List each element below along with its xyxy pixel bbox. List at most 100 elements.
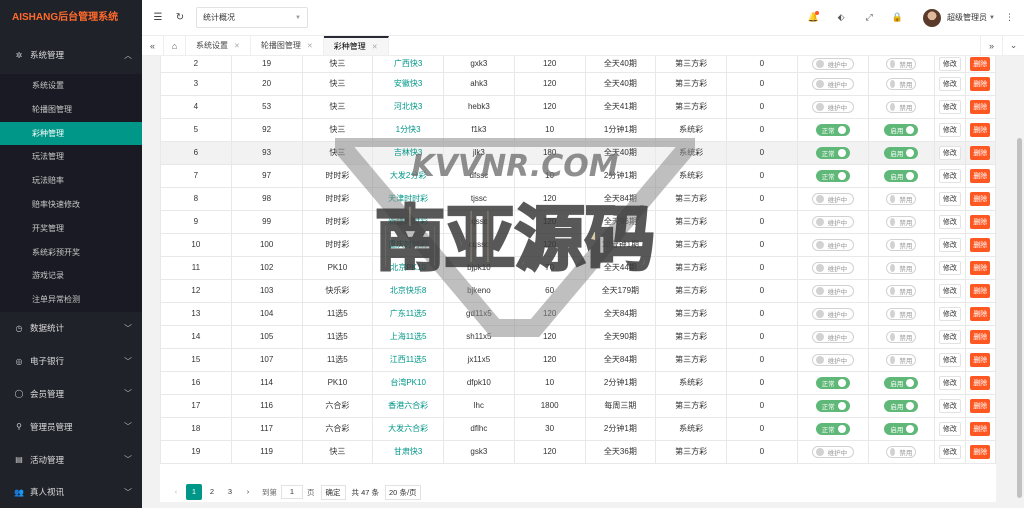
- edit-button[interactable]: 修改: [938, 145, 961, 160]
- status-switch[interactable]: 维护中: [811, 445, 854, 458]
- page-1[interactable]: 1: [186, 484, 202, 500]
- scrollbar-thumb[interactable]: [1017, 138, 1022, 498]
- status-switch[interactable]: 维护中: [811, 261, 854, 274]
- lottery-name-link[interactable]: 天津时时彩: [372, 186, 444, 211]
- enable-switch[interactable]: 启用: [884, 376, 919, 389]
- delete-button[interactable]: 删除: [970, 191, 991, 206]
- status-switch[interactable]: 正常: [815, 169, 850, 182]
- prev-page-icon[interactable]: ‹: [168, 484, 184, 500]
- status-switch[interactable]: 正常: [815, 399, 850, 412]
- enable-switch[interactable]: 启用: [884, 146, 919, 159]
- delete-button[interactable]: 删除: [970, 99, 991, 114]
- refresh-icon[interactable]: ↻: [172, 12, 188, 23]
- tab-banner-management[interactable]: 轮播图管理 ✕: [251, 36, 324, 55]
- lottery-name-link[interactable]: 北京快乐8: [372, 278, 444, 303]
- status-switch[interactable]: 维护中: [811, 330, 854, 343]
- delete-button[interactable]: 删除: [970, 214, 991, 229]
- sidebar-item-1[interactable]: 轮播图管理: [0, 98, 142, 122]
- lottery-name-link[interactable]: 河北快3: [372, 94, 444, 119]
- tabs-scroll-left-icon[interactable]: «: [142, 36, 164, 55]
- delete-button[interactable]: 删除: [970, 375, 991, 390]
- home-icon[interactable]: ⌂: [164, 36, 186, 55]
- next-page-icon[interactable]: ›: [240, 484, 256, 500]
- lottery-name-link[interactable]: 重庆时时彩: [372, 232, 444, 257]
- enable-switch[interactable]: 禁用: [886, 284, 917, 297]
- menu-toggle-icon[interactable]: ☰: [150, 12, 166, 23]
- page-3[interactable]: 3: [222, 484, 238, 500]
- lottery-name-link[interactable]: 江西11选5: [372, 347, 444, 372]
- status-switch[interactable]: 维护中: [811, 307, 854, 320]
- sidebar-group-4[interactable]: ▤ 活动管理 ﹀: [0, 443, 142, 476]
- delete-button[interactable]: 删除: [970, 352, 991, 367]
- lottery-name-link[interactable]: 吉林快3: [372, 140, 444, 165]
- delete-button[interactable]: 删除: [970, 306, 991, 321]
- enable-switch[interactable]: 启用: [884, 123, 919, 136]
- more-vertical-icon[interactable]: ⋮: [1005, 12, 1014, 23]
- per-page-select[interactable]: 20 条/页: [385, 484, 421, 500]
- enable-switch[interactable]: 禁用: [886, 57, 917, 70]
- edit-button[interactable]: 修改: [938, 306, 961, 321]
- status-switch[interactable]: 维护中: [811, 215, 854, 228]
- enable-switch[interactable]: 禁用: [886, 445, 917, 458]
- goto-confirm-button[interactable]: 确定: [320, 484, 346, 500]
- enable-switch[interactable]: 禁用: [886, 307, 917, 320]
- status-switch[interactable]: 维护中: [811, 238, 854, 251]
- fullscreen-icon[interactable]: ⤢: [855, 12, 883, 23]
- lottery-name-link[interactable]: 1分快3: [372, 117, 444, 142]
- page-2[interactable]: 2: [204, 484, 220, 500]
- delete-button[interactable]: 删除: [970, 76, 991, 91]
- edit-button[interactable]: 修改: [938, 444, 961, 459]
- lottery-name-link[interactable]: 安徽快3: [372, 71, 444, 96]
- sidebar-item-3[interactable]: 玩法管理: [0, 145, 142, 169]
- lottery-name-link[interactable]: 大发2分彩: [372, 163, 444, 188]
- edit-button[interactable]: 修改: [938, 122, 961, 137]
- delete-button[interactable]: 删除: [970, 283, 991, 298]
- delete-button[interactable]: 删除: [970, 122, 991, 137]
- enable-switch[interactable]: 禁用: [886, 238, 917, 251]
- close-icon[interactable]: ✕: [372, 43, 378, 51]
- close-icon[interactable]: ✕: [307, 42, 313, 50]
- edit-button[interactable]: 修改: [938, 99, 961, 114]
- close-icon[interactable]: ✕: [234, 42, 240, 50]
- edit-button[interactable]: 修改: [938, 76, 961, 91]
- enable-switch[interactable]: 禁用: [886, 330, 917, 343]
- tag-icon[interactable]: ⬖: [827, 12, 855, 23]
- status-switch[interactable]: 正常: [815, 146, 850, 159]
- lottery-name-link[interactable]: 香港六合彩: [372, 393, 444, 418]
- sidebar-group-1[interactable]: ◎ 电子银行 ﹀: [0, 345, 142, 378]
- sidebar-item-0[interactable]: 系统设置: [0, 74, 142, 98]
- edit-button[interactable]: 修改: [938, 214, 961, 229]
- delete-button[interactable]: 删除: [970, 444, 991, 459]
- quick-nav-select[interactable]: 统计概况 ▼: [196, 7, 308, 28]
- lock-icon[interactable]: 🔒: [883, 12, 911, 23]
- lottery-name-link[interactable]: 上海11选5: [372, 324, 444, 349]
- sidebar-item-7[interactable]: 系统彩预开奖: [0, 241, 142, 265]
- lottery-name-link[interactable]: 新疆时时彩: [372, 209, 444, 234]
- sidebar-group-3[interactable]: ⚲ 管理员管理 ﹀: [0, 410, 142, 443]
- edit-button[interactable]: 修改: [938, 329, 961, 344]
- edit-button[interactable]: 修改: [938, 237, 961, 252]
- sidebar-group-5[interactable]: 👥 真人视讯 ﹀: [0, 476, 142, 508]
- status-switch[interactable]: 正常: [815, 376, 850, 389]
- status-switch[interactable]: 维护中: [811, 57, 854, 70]
- delete-button[interactable]: 删除: [970, 260, 991, 275]
- edit-button[interactable]: 修改: [938, 375, 961, 390]
- status-switch[interactable]: 维护中: [811, 77, 854, 90]
- delete-button[interactable]: 删除: [970, 421, 991, 436]
- status-switch[interactable]: 维护中: [811, 353, 854, 366]
- bell-icon[interactable]: 🔔: [799, 11, 827, 23]
- edit-button[interactable]: 修改: [938, 56, 961, 71]
- enable-switch[interactable]: 启用: [884, 399, 919, 412]
- enable-switch[interactable]: 禁用: [886, 215, 917, 228]
- lottery-name-link[interactable]: 甘肃快3: [372, 439, 444, 464]
- sidebar-group-0[interactable]: ◷ 数据统计 ﹀: [0, 312, 142, 345]
- sidebar-group-system[interactable]: ✲ 系统管理 ︿: [0, 36, 142, 74]
- goto-page-input[interactable]: 1: [281, 485, 303, 499]
- sidebar-item-2[interactable]: 彩种管理: [0, 121, 142, 146]
- sidebar-item-4[interactable]: 玩法赔率: [0, 169, 142, 193]
- enable-switch[interactable]: 禁用: [886, 77, 917, 90]
- delete-button[interactable]: 删除: [970, 329, 991, 344]
- status-switch[interactable]: 维护中: [811, 284, 854, 297]
- avatar[interactable]: [923, 8, 942, 27]
- enable-switch[interactable]: 禁用: [886, 100, 917, 113]
